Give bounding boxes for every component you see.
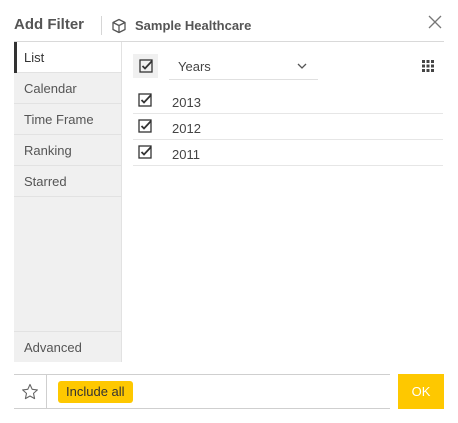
sidebar-item-ranking[interactable]: Ranking	[14, 135, 121, 166]
star-icon	[22, 383, 38, 399]
check-icon	[138, 59, 153, 73]
star-button[interactable]	[14, 375, 47, 408]
dimension-select[interactable]: Years	[169, 52, 318, 80]
ok-button[interactable]: OK	[398, 374, 444, 409]
dialog-header: Add Filter Sample Healthcare	[0, 0, 458, 42]
sidebar-item-label: Calendar	[24, 81, 77, 96]
header-divider	[101, 16, 102, 35]
sidebar-item-list[interactable]: List	[14, 42, 121, 73]
check-icon[interactable]	[138, 119, 152, 133]
list-item[interactable]: 2013	[133, 88, 443, 114]
sidebar-item-starred[interactable]: Starred	[14, 166, 121, 197]
list-item[interactable]: 2011	[133, 140, 443, 166]
sidebar-item-label: Advanced	[24, 340, 82, 355]
datasource-name: Sample Healthcare	[135, 18, 252, 33]
select-all-checkbox[interactable]	[133, 54, 158, 78]
chevron-down-icon	[297, 63, 307, 69]
cube-icon	[112, 18, 126, 34]
sidebar-item-label: Ranking	[24, 143, 72, 158]
include-all-tag[interactable]: Include all	[58, 381, 133, 403]
list-item-label: 2013	[172, 95, 201, 110]
close-icon[interactable]	[427, 14, 443, 30]
filter-footer: Include all	[14, 374, 390, 409]
dimension-select-value: Years	[178, 59, 211, 74]
sidebar-item-label: Time Frame	[24, 112, 94, 127]
sidebar-item-label: Starred	[24, 174, 67, 189]
check-icon[interactable]	[138, 93, 152, 107]
sidebar-item-label: List	[24, 50, 45, 65]
sidebar-item-advanced[interactable]: Advanced	[14, 331, 121, 362]
list-item-label: 2012	[172, 121, 201, 136]
sidebar-item-time-frame[interactable]: Time Frame	[14, 104, 121, 135]
grid-dots-icon[interactable]	[422, 60, 434, 72]
list-item[interactable]: 2012	[133, 114, 443, 140]
list-item-label: 2011	[172, 147, 200, 162]
filter-type-sidebar: List Calendar Time Frame Ranking Starred…	[14, 42, 122, 362]
sidebar-item-calendar[interactable]: Calendar	[14, 73, 121, 104]
dialog-title: Add Filter	[14, 16, 84, 33]
check-icon[interactable]	[138, 145, 152, 159]
